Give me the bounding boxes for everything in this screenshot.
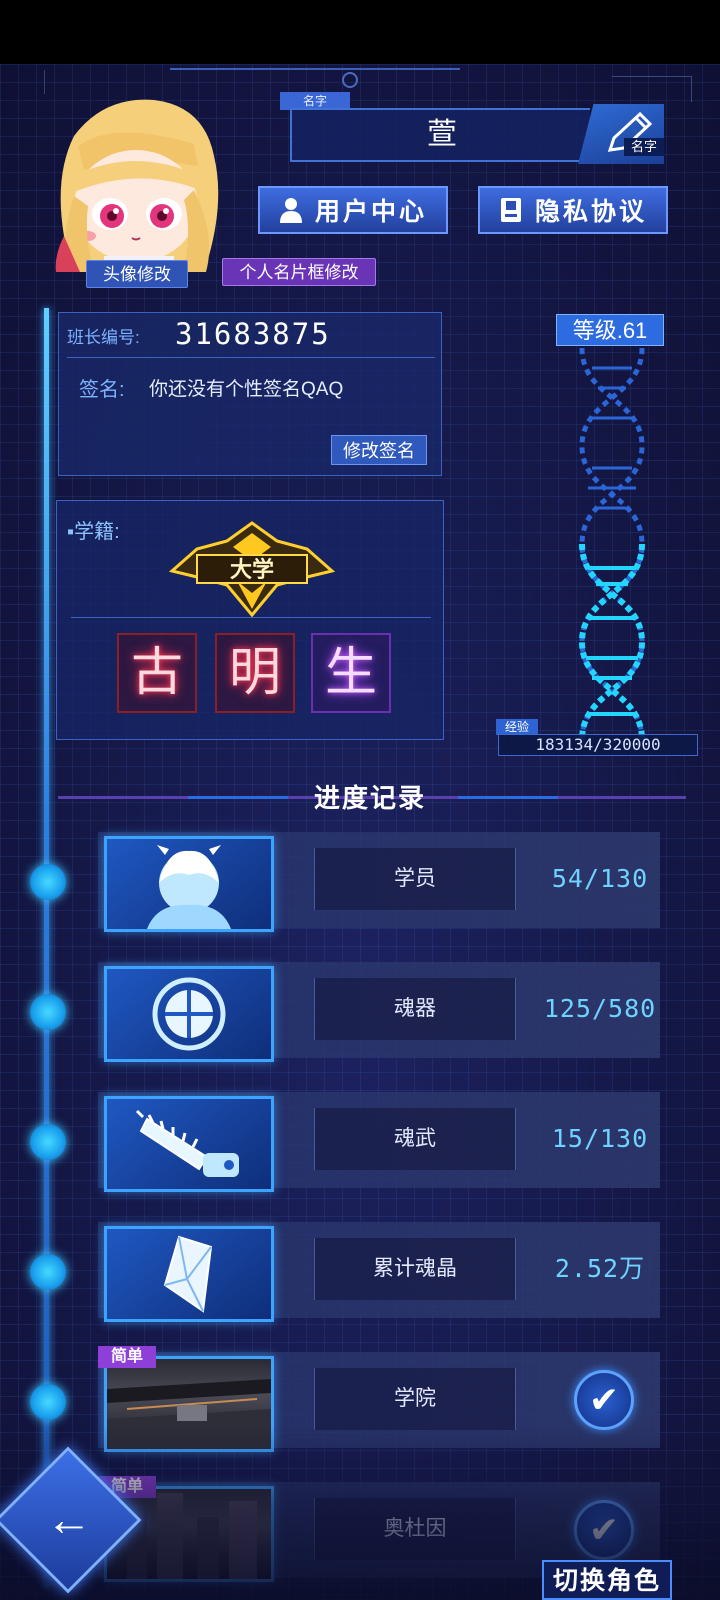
user-center-label: 用户中心 [314, 198, 427, 226]
divider [67, 357, 435, 358]
timeline-dot [30, 1124, 66, 1160]
row-label: 学员 [394, 867, 436, 890]
name-edit-label: 名字 [624, 138, 664, 156]
player-name: 萱 [427, 118, 457, 151]
school-panel: ▪学籍: 大学 古 明 生 [56, 500, 444, 740]
badge-text: 大学 [230, 557, 274, 583]
avatar[interactable] [44, 86, 234, 272]
rank-char: 古 [117, 633, 197, 713]
avatar-edit-button[interactable]: 头像修改 [86, 260, 188, 288]
school-label: ▪学籍: [67, 521, 120, 543]
city-photo [104, 1486, 274, 1582]
player-name-box: 萱 [290, 108, 590, 162]
rank-char: 明 [215, 633, 295, 713]
signature-value: 你还没有个性签名QAQ [149, 379, 344, 400]
timeline-dot [30, 994, 66, 1030]
crystal-icon [104, 1226, 274, 1322]
row-label: 魂器 [394, 997, 436, 1020]
chainsaw-icon [104, 1096, 274, 1192]
timeline-dot [30, 864, 66, 900]
progress-row-students[interactable]: 学员 54/130 [0, 828, 720, 940]
exp-value: 183134/320000 [498, 734, 698, 756]
header-decoration [170, 68, 460, 88]
user-center-button[interactable]: 用户中心 [258, 186, 448, 234]
academy-photo [104, 1356, 274, 1452]
completed-check-icon: ✔ [574, 1370, 634, 1430]
student-icon [104, 836, 274, 932]
rank-char: 生 [311, 633, 391, 713]
status-bar [0, 0, 720, 64]
row-count: 2.52万 [554, 1254, 646, 1283]
document-icon [500, 198, 521, 222]
progress-row-soul-items[interactable]: 魂器 125/580 [0, 958, 720, 1070]
divider [71, 617, 431, 618]
user-icon [279, 198, 302, 223]
soul-orb-icon [104, 966, 274, 1062]
row-label: 魂武 [394, 1127, 436, 1150]
privacy-label: 隐私协议 [534, 198, 647, 226]
exp-label: 经验 [496, 719, 538, 735]
switch-role-button[interactable]: 切换角色 [542, 1560, 672, 1600]
level-label: 等级.61 [556, 314, 664, 346]
difficulty-tag: 简单 [98, 1346, 156, 1368]
university-badge-icon: 大学 [168, 521, 336, 618]
timeline-dot [30, 1254, 66, 1290]
progress-row-soul-weapons[interactable]: 魂武 15/130 [0, 1088, 720, 1200]
timeline-dot [30, 1384, 66, 1420]
progress-title: 进度记录 [313, 783, 426, 813]
row-label: 学院 [394, 1387, 436, 1410]
privacy-button[interactable]: 隐私协议 [478, 186, 668, 234]
id-value: 31683875 [175, 317, 331, 351]
school-label-text: 学籍: [74, 521, 120, 543]
corner-decoration [612, 76, 692, 102]
row-count: 54/130 [551, 864, 649, 893]
edit-signature-button[interactable]: 修改签名 [331, 435, 427, 465]
signature-label: 签名: [79, 379, 125, 401]
row-count: 125/580 [543, 994, 657, 1023]
profile-screen: 头像修改 个人名片框修改 名字 萱 名字 用户中心 隐私协议 班长编号: 316… [0, 64, 720, 1600]
progress-row-soul-crystals[interactable]: 累计魂晶 2.52万 [0, 1218, 720, 1330]
id-label: 班长编号: [67, 328, 140, 347]
card-frame-edit-button[interactable]: 个人名片框修改 [222, 258, 376, 286]
dna-icon [578, 348, 646, 740]
info-panel: 班长编号: 31683875 签名: 你还没有个性签名QAQ 修改签名 [58, 312, 442, 476]
progress-row-academy[interactable]: 简单 学院 ✔ [0, 1346, 720, 1460]
completed-check-icon: ✔ [574, 1500, 634, 1560]
back-arrow-icon: ← [46, 1493, 92, 1545]
row-count: 15/130 [551, 1124, 649, 1153]
row-label: 累计魂晶 [373, 1257, 457, 1280]
row-label: 奥杜因 [383, 1517, 447, 1540]
